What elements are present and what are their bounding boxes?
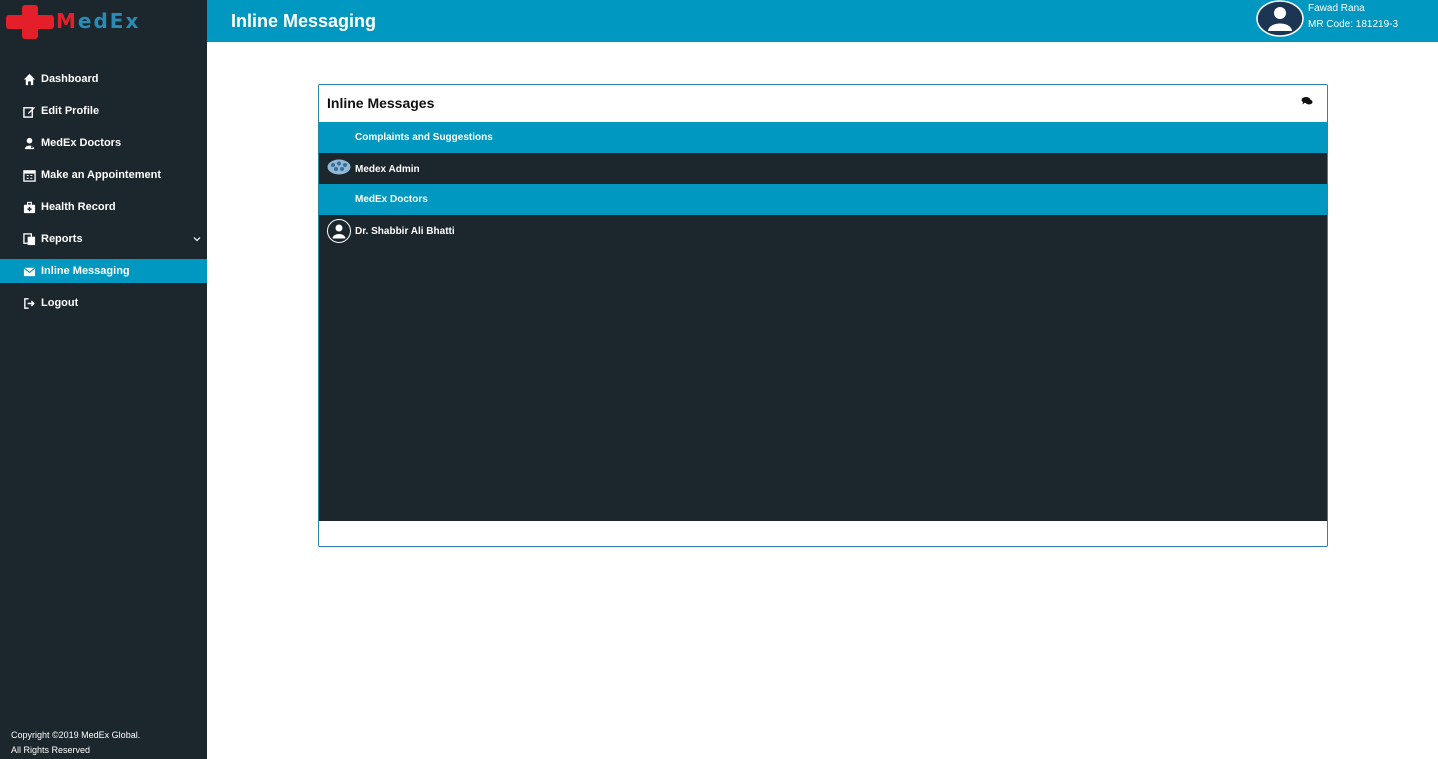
mr-code: MR Code: 181219-3 — [1308, 19, 1399, 30]
sidebar-item-label: Edit Profile — [41, 105, 100, 117]
sidebar-item-label: Reports — [41, 233, 83, 245]
sidebar-item-dashboard[interactable]: Dashboard — [0, 67, 207, 91]
sidebar-item-reports[interactable]: Reports — [0, 227, 207, 251]
sidebar-item-label: Health Record — [41, 201, 116, 213]
contact-name: Medex Admin — [355, 164, 420, 175]
contact-dr-shabbir-ali-bhatti[interactable]: Dr. Shabbir Ali Bhatti — [319, 215, 1327, 246]
red-cross-icon — [6, 5, 54, 39]
sidebar-item-label: Logout — [41, 297, 79, 309]
user-avatar-icon[interactable] — [1256, 0, 1304, 37]
panel-title: Inline Messages — [327, 95, 435, 111]
sidebar-item-label: Inline Messaging — [41, 265, 130, 277]
doctor-icon — [24, 137, 35, 149]
group-avatar-icon — [327, 159, 351, 175]
chevron-down-icon[interactable] — [193, 235, 201, 243]
user-name: Fawad Rana — [1308, 3, 1365, 14]
envelope-icon — [23, 266, 36, 276]
sidebar-item-label: Dashboard — [41, 73, 99, 85]
page-title: Inline Messaging — [231, 11, 377, 31]
messages-list: Complaints and Suggestions Medex Admin M… — [319, 122, 1327, 521]
sign-out-icon — [24, 297, 35, 309]
medex-logo[interactable]: MedEx — [0, 0, 207, 44]
user-avatar-icon — [327, 219, 351, 243]
group-header-medex-doctors: MedEx Doctors — [319, 184, 1327, 215]
contact-medex-admin[interactable]: Medex Admin — [319, 153, 1327, 184]
inline-messages-panel: Inline Messages Complaints and Suggestio… — [318, 84, 1328, 547]
copyright: Copyright ©2019 MedEx Global. All Rights… — [11, 728, 140, 758]
copyright-line1: Copyright ©2019 MedEx Global. — [11, 730, 141, 740]
sidebar-item-label: Make an Appointement — [41, 169, 161, 181]
sidebar-item-make-appointment[interactable]: Make an Appointement — [0, 163, 207, 187]
sidebar-nav: Dashboard Edit Profile MedEx Doctors Mak… — [0, 67, 207, 323]
group-header-complaints: Complaints and Suggestions — [319, 122, 1327, 153]
copyright-line2: All Rights Reserved — [11, 745, 91, 755]
home-icon — [23, 73, 36, 85]
logo-text: MedEx — [56, 9, 141, 33]
sidebar-item-health-record[interactable]: Health Record — [0, 195, 207, 219]
sidebar: MedEx Dashboard Edit Profile MedEx Docto… — [0, 0, 207, 759]
sidebar-item-edit-profile[interactable]: Edit Profile — [0, 99, 207, 123]
edit-icon — [23, 106, 36, 118]
calendar-icon — [23, 169, 36, 182]
top-bar: Inline Messaging Fawad Rana MR Code: 181… — [207, 0, 1438, 42]
contact-name: Dr. Shabbir Ali Bhatti — [355, 226, 455, 237]
copy-icon — [23, 232, 36, 245]
sidebar-item-inline-messaging[interactable]: Inline Messaging — [0, 259, 207, 283]
sidebar-item-medex-doctors[interactable]: MedEx Doctors — [0, 131, 207, 155]
sidebar-item-label: MedEx Doctors — [41, 137, 122, 149]
panel-header: Inline Messages — [319, 85, 1327, 122]
comments-icon — [1301, 97, 1313, 105]
medkit-icon — [23, 201, 36, 213]
sidebar-item-logout[interactable]: Logout — [0, 291, 207, 315]
